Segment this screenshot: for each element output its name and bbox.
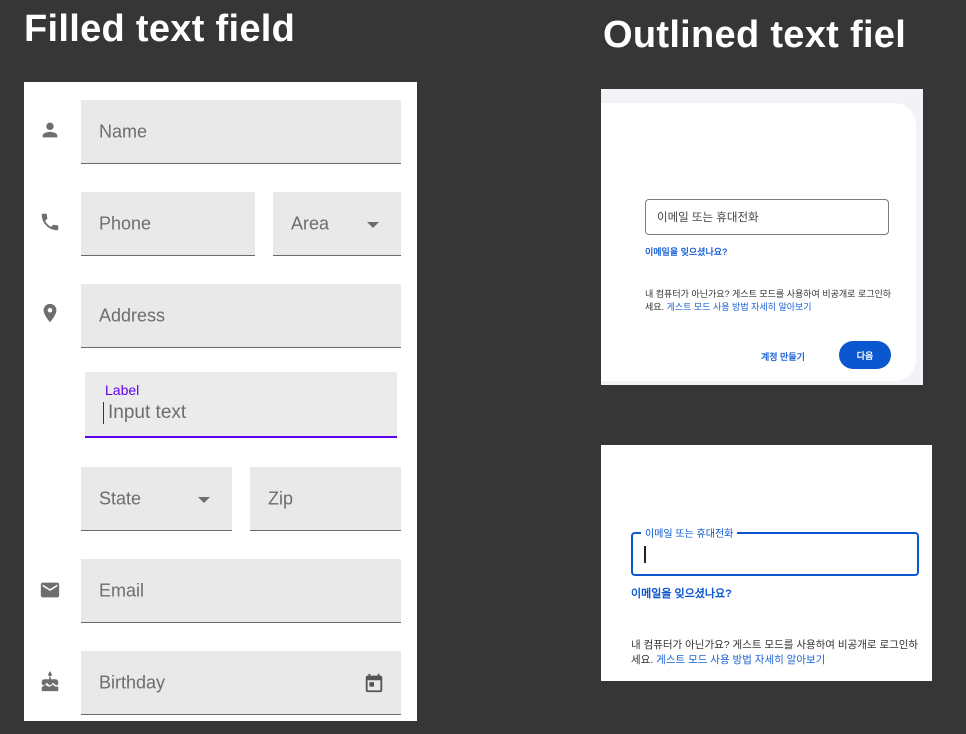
state-placeholder: State <box>99 488 142 508</box>
active-field-input-text: Input text <box>103 402 186 424</box>
calendar-icon[interactable] <box>363 672 385 694</box>
floating-label: 이메일 또는 휴대전화 <box>641 525 738 540</box>
guest-mode-link[interactable]: 게스트 모드 사용 방법 자세히 알아보기 <box>656 654 825 666</box>
mail-icon <box>38 578 62 602</box>
email-phone-input-focused[interactable]: 이메일 또는 휴대전화 <box>631 525 919 576</box>
area-select[interactable]: Area <box>273 192 401 256</box>
create-account-button[interactable]: 계정 만들기 <box>761 350 805 363</box>
next-button[interactable]: 다음 <box>839 341 891 369</box>
guest-mode-text: 내 컴퓨터가 아닌가요? 게스트 모드를 사용하여 비공개로 로그인하세요. 게… <box>631 638 927 668</box>
address-placeholder: Address <box>99 305 166 325</box>
area-placeholder: Area <box>291 213 330 233</box>
dropdown-arrow-icon <box>198 496 210 503</box>
email-field[interactable]: Email <box>81 559 401 623</box>
location-pin-icon <box>38 301 62 325</box>
phone-placeholder: Phone <box>99 213 152 233</box>
forgot-email-link[interactable]: 이메일을 잊으셨나요? <box>631 585 732 601</box>
birthday-placeholder: Birthday <box>99 672 166 692</box>
zip-placeholder: Zip <box>268 488 294 508</box>
email-phone-placeholder: 이메일 또는 휴대전화 <box>657 212 759 224</box>
name-field[interactable]: Name <box>81 100 401 164</box>
email-phone-input[interactable]: 이메일 또는 휴대전화 <box>645 199 889 235</box>
outlined-section-title: Outlined text fiel <box>603 14 907 56</box>
birthday-field[interactable]: Birthday <box>81 651 401 715</box>
text-cursor <box>644 546 646 563</box>
address-field[interactable]: Address <box>81 284 401 348</box>
signin-card: 이메일 또는 휴대전화 이메일을 잊으셨나요? 내 컴퓨터가 아닌가요? 게스트… <box>601 103 916 381</box>
person-icon <box>38 118 62 142</box>
dropdown-arrow-icon <box>367 221 379 228</box>
active-label-field[interactable]: Label Input text <box>85 372 397 438</box>
phone-field[interactable]: Phone <box>81 192 255 256</box>
state-select[interactable]: State <box>81 467 232 531</box>
outlined-default-panel: 이메일 또는 휴대전화 이메일을 잊으셨나요? 내 컴퓨터가 아닌가요? 게스트… <box>601 89 923 385</box>
filled-form-panel: Name Phone Area Address Label Input text… <box>24 82 417 721</box>
forgot-email-link[interactable]: 이메일을 잊으셨나요? <box>645 245 728 258</box>
zip-field[interactable]: Zip <box>250 467 401 531</box>
guest-mode-link[interactable]: 게스트 모드 사용 방법 자세히 알아보기 <box>667 302 812 312</box>
outlined-focused-panel: 이메일 또는 휴대전화 이메일을 잊으셨나요? 내 컴퓨터가 아닌가요? 게스트… <box>601 445 932 681</box>
name-placeholder: Name <box>99 121 148 141</box>
active-field-label: Label <box>105 382 140 398</box>
filled-section-title: Filled text field <box>24 8 296 50</box>
cake-icon <box>38 670 62 694</box>
guest-mode-text: 내 컴퓨터가 아닌가요? 게스트 모드를 사용하여 비공개로 로그인하세요. 게… <box>645 288 895 314</box>
email-placeholder: Email <box>99 580 145 600</box>
phone-icon <box>38 210 62 234</box>
